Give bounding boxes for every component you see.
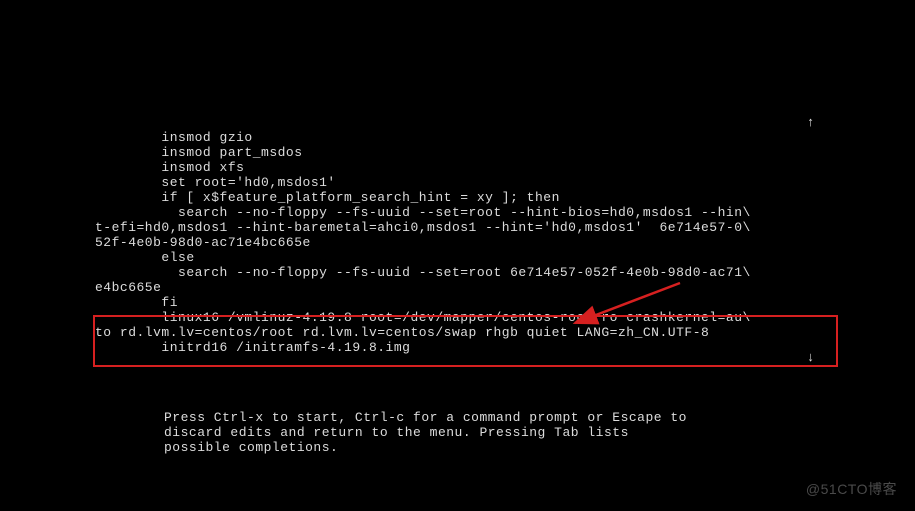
instructions: Press Ctrl-x to start, Ctrl-c for a comm… — [164, 395, 687, 455]
grub-line: insmod part_msdos — [95, 145, 303, 160]
grub-line: to rd.lvm.lv=centos/root rd.lvm.lv=cento… — [95, 325, 709, 340]
grub-line: else — [95, 250, 195, 265]
grub-line: fi — [95, 295, 178, 310]
grub-line: search --no-floppy --fs-uuid --set=root … — [95, 265, 751, 280]
instruction-line: Press Ctrl-x to start, Ctrl-c for a comm… — [164, 410, 687, 425]
scroll-up-indicator: ↑ — [807, 115, 815, 130]
grub-line: insmod gzio — [95, 130, 253, 145]
grub-line: search --no-floppy --fs-uuid --set=root … — [95, 205, 751, 220]
instruction-line: possible completions. — [164, 440, 338, 455]
scroll-down-indicator: ↓ — [807, 350, 815, 365]
grub-line: initrd16 /initramfs-4.19.8.img — [95, 340, 410, 355]
grub-line: 52f-4e0b-98d0-ac71e4bc665e — [95, 235, 311, 250]
grub-line: linux16 /vmlinuz-4.19.8 root=/dev/mapper… — [95, 310, 751, 325]
grub-editor[interactable]: insmod gzio insmod part_msdos insmod xfs… — [95, 115, 835, 355]
instruction-line: discard edits and return to the menu. Pr… — [164, 425, 629, 440]
watermark: @51CTO博客 — [806, 479, 897, 499]
grub-line: set root='hd0,msdos1' — [95, 175, 336, 190]
grub-line: insmod xfs — [95, 160, 244, 175]
grub-line: t-efi=hd0,msdos1 --hint-baremetal=ahci0,… — [95, 220, 751, 235]
grub-line: e4bc665e — [95, 280, 161, 295]
grub-line: if [ x$feature_platform_search_hint = xy… — [95, 190, 560, 205]
